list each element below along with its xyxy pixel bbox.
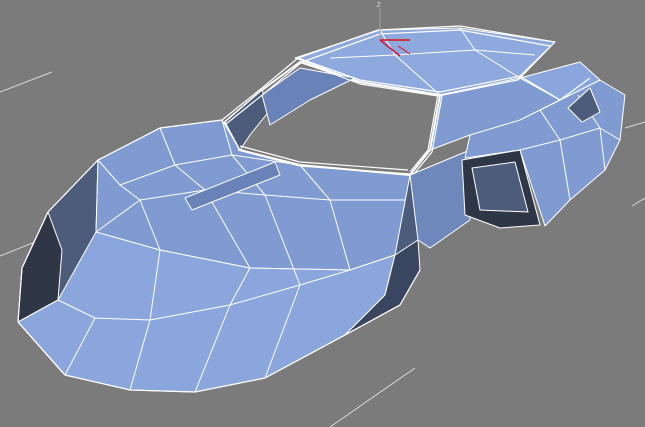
3d-viewport[interactable]: z — [0, 0, 645, 427]
grid-line — [631, 197, 645, 207]
grid-line — [0, 71, 53, 93]
grid-line — [329, 367, 416, 427]
grid-line — [624, 121, 645, 129]
car-body-mesh-icon[interactable] — [17, 25, 626, 393]
gizmo-z-label: z — [376, 0, 382, 10]
viewport-scene[interactable] — [0, 0, 645, 427]
